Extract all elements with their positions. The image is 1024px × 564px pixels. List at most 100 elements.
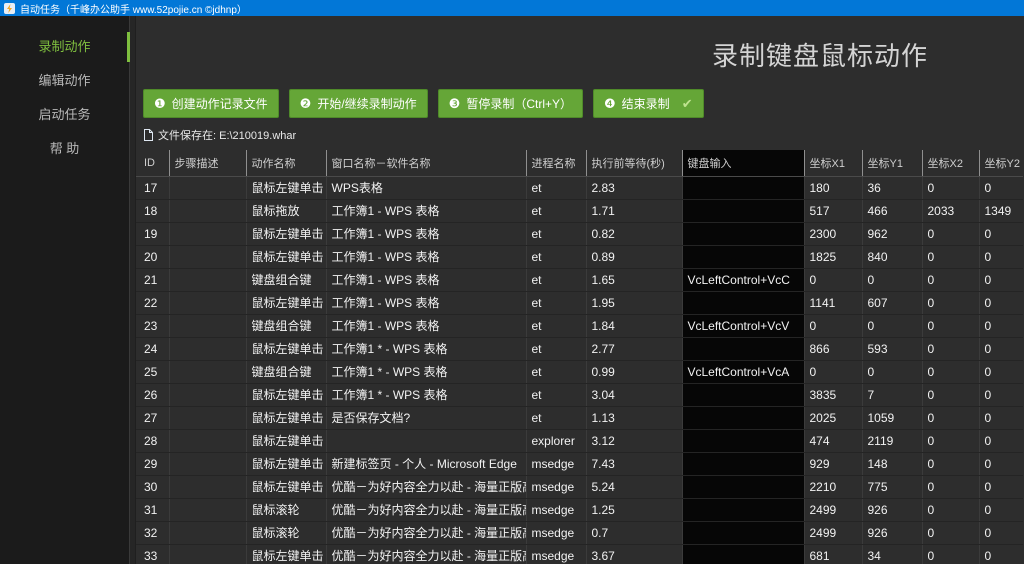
button-label: 结束录制 <box>622 95 670 112</box>
table-column-header[interactable]: ID <box>136 150 169 177</box>
table-cell: 0 <box>862 361 922 384</box>
table-cell: 1.65 <box>586 269 682 292</box>
table-column-header[interactable]: 坐标Y1 <box>862 150 922 177</box>
table-cell: 29 <box>136 453 169 476</box>
sidebar-item-label: 编辑动作 <box>38 73 90 88</box>
table-cell: 5.24 <box>586 476 682 499</box>
table-column-header[interactable]: 步骤描述 <box>169 150 246 177</box>
table-row[interactable]: 32鼠标滚轮优酷－为好内容全力以赴 - 海量正版高msedge0.7249992… <box>136 522 1023 545</box>
table-row[interactable]: 27鼠标左键单击是否保存文档?et1.132025105900 <box>136 407 1023 430</box>
table-column-header[interactable]: 执行前等待(秒) <box>586 150 682 177</box>
table-row[interactable]: 24鼠标左键单击工作簿1 * - WPS 表格et2.7786659300 <box>136 338 1023 361</box>
create-record-file-button[interactable]: ❶ 创建动作记录文件 <box>143 89 279 118</box>
table-cell: msedge <box>526 476 586 499</box>
table-cell <box>682 338 804 361</box>
table-cell: et <box>526 338 586 361</box>
sidebar-item-edit-action[interactable]: 编辑动作 <box>0 64 129 98</box>
table-cell: 0 <box>922 246 979 269</box>
table-row[interactable]: 25键盘组合键工作簿1 * - WPS 表格et0.99VcLeftContro… <box>136 361 1023 384</box>
check-icon: ✔ <box>682 96 693 112</box>
button-label: 暂停录制（Ctrl+Y） <box>466 95 572 112</box>
table-row[interactable]: 33鼠标左键单击优酷－为好内容全力以赴 - 海量正版高msedge3.67681… <box>136 545 1023 564</box>
table-cell <box>169 522 246 545</box>
table-cell: msedge <box>526 522 586 545</box>
sidebar-item-help[interactable]: 帮 助 <box>0 132 129 166</box>
table-row[interactable]: 18鼠标拖放工作簿1 - WPS 表格et1.7151746620331349 <box>136 200 1023 223</box>
table-cell: 3.67 <box>586 545 682 564</box>
table-cell: et <box>526 269 586 292</box>
table-cell: 21 <box>136 269 169 292</box>
table-cell: 775 <box>862 476 922 499</box>
table-cell: WPS表格 <box>326 177 526 200</box>
table-cell: et <box>526 223 586 246</box>
table-cell: 0 <box>979 430 1023 453</box>
table-cell: 0 <box>922 177 979 200</box>
table-cell: et <box>526 315 586 338</box>
action-table: ID步骤描述动作名称窗口名称－软件名称进程名称执行前等待(秒)键盘输入坐标X1坐… <box>136 150 1023 564</box>
file-path-label: 文件保存在: E:\210019.whar <box>158 127 296 143</box>
table-cell <box>682 522 804 545</box>
stop-record-button[interactable]: ❹ 结束录制 ✔ <box>593 89 704 118</box>
table-cell: 工作簿1 * - WPS 表格 <box>326 361 526 384</box>
table-row[interactable]: 22鼠标左键单击工作簿1 - WPS 表格et1.95114160700 <box>136 292 1023 315</box>
table-cell: msedge <box>526 545 586 564</box>
table-row[interactable]: 26鼠标左键单击工作簿1 * - WPS 表格et3.043835700 <box>136 384 1023 407</box>
app-body: 录制动作 编辑动作 启动任务 帮 助 录制键盘鼠标动作 ❶ 创建动作记录文件 ❷… <box>0 16 1024 564</box>
table-cell: VcLeftControl+VcA <box>682 361 804 384</box>
table-cell: et <box>526 407 586 430</box>
table-cell: 鼠标左键单击 <box>246 384 326 407</box>
table-cell: 0 <box>862 315 922 338</box>
table-cell: 926 <box>862 522 922 545</box>
button-label: 开始/继续录制动作 <box>317 95 416 112</box>
table-cell: 鼠标左键单击 <box>246 476 326 499</box>
pause-record-button[interactable]: ❸ 暂停录制（Ctrl+Y） <box>438 89 583 118</box>
table-cell: 优酷－为好内容全力以赴 - 海量正版高 <box>326 545 526 564</box>
table-cell: 2.77 <box>586 338 682 361</box>
table-cell: 0 <box>922 384 979 407</box>
table-column-header[interactable]: 动作名称 <box>246 150 326 177</box>
table-cell: 工作簿1 * - WPS 表格 <box>326 338 526 361</box>
table-row[interactable]: 20鼠标左键单击工作簿1 - WPS 表格et0.89182584000 <box>136 246 1023 269</box>
table-column-header[interactable]: 坐标X1 <box>804 150 862 177</box>
table-row[interactable]: 21键盘组合键工作簿1 - WPS 表格et1.65VcLeftControl+… <box>136 269 1023 292</box>
table-cell: 1.13 <box>586 407 682 430</box>
table-cell: 0 <box>979 499 1023 522</box>
table-cell: 0 <box>922 407 979 430</box>
table-cell: 593 <box>862 338 922 361</box>
table-row[interactable]: 30鼠标左键单击优酷－为好内容全力以赴 - 海量正版高msedge5.24221… <box>136 476 1023 499</box>
table-cell: 19 <box>136 223 169 246</box>
table-row[interactable]: 28鼠标左键单击explorer3.12474211900 <box>136 430 1023 453</box>
table-column-header[interactable]: 键盘输入 <box>682 150 804 177</box>
table-cell: 0 <box>862 269 922 292</box>
table-column-header[interactable]: 进程名称 <box>526 150 586 177</box>
sidebar-item-record-action[interactable]: 录制动作 <box>0 30 129 64</box>
table-row[interactable]: 31鼠标滚轮优酷－为好内容全力以赴 - 海量正版高msedge1.2524999… <box>136 499 1023 522</box>
table-row[interactable]: 17鼠标左键单击WPS表格et2.831803600 <box>136 177 1023 200</box>
table-column-header[interactable]: 坐标X2 <box>922 150 979 177</box>
table-cell: 0 <box>922 499 979 522</box>
table-column-header[interactable]: 坐标Y2 <box>979 150 1023 177</box>
table-cell: 3835 <box>804 384 862 407</box>
table-cell <box>169 177 246 200</box>
table-cell: 840 <box>862 246 922 269</box>
table-cell <box>682 430 804 453</box>
sidebar-item-start-task[interactable]: 启动任务 <box>0 98 129 132</box>
table-cell: VcLeftControl+VcC <box>682 269 804 292</box>
table-cell: 466 <box>862 200 922 223</box>
table-row[interactable]: 23键盘组合键工作簿1 - WPS 表格et1.84VcLeftControl+… <box>136 315 1023 338</box>
start-continue-record-button[interactable]: ❷ 开始/继续录制动作 <box>289 89 428 118</box>
table-cell: 474 <box>804 430 862 453</box>
table-cell <box>682 223 804 246</box>
table-cell: 32 <box>136 522 169 545</box>
table-column-header[interactable]: 窗口名称－软件名称 <box>326 150 526 177</box>
table-cell: 鼠标左键单击 <box>246 223 326 246</box>
table-cell: 0 <box>922 361 979 384</box>
table-row[interactable]: 29鼠标左键单击新建标签页 - 个人 - Microsoft Edgemsedg… <box>136 453 1023 476</box>
table-cell: VcLeftControl+VcV <box>682 315 804 338</box>
step1-icon: ❶ <box>154 97 166 110</box>
table-cell: 0 <box>979 269 1023 292</box>
table-cell: 0.89 <box>586 246 682 269</box>
table-row[interactable]: 19鼠标左键单击工作簿1 - WPS 表格et0.82230096200 <box>136 223 1023 246</box>
table-cell: 是否保存文档? <box>326 407 526 430</box>
table-cell: 0.7 <box>586 522 682 545</box>
